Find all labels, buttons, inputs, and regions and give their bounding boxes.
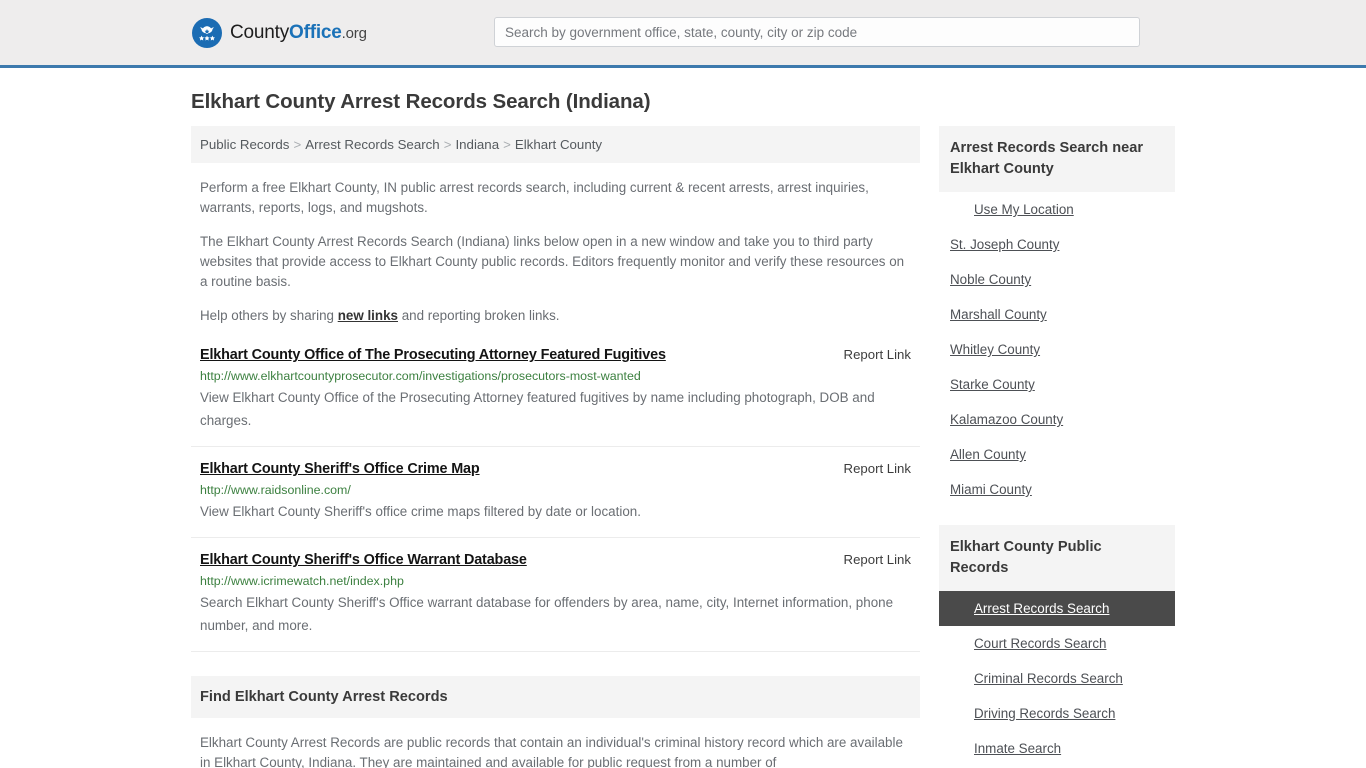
intro-paragraph-3: Help others by sharing new links and rep… <box>191 306 920 326</box>
breadcrumb-item-public-records[interactable]: Public Records <box>200 137 289 152</box>
list-item: Use My Location <box>939 192 1175 227</box>
brand-wordmark: CountyOffice.org <box>230 22 367 44</box>
report-link-button[interactable]: Report Link <box>844 552 911 567</box>
sidebar-item-use-my-location[interactable]: Use My Location <box>939 192 1175 227</box>
results-list: Elkhart County Office of The Prosecuting… <box>191 347 920 652</box>
result-description: Search Elkhart County Sheriff's Office w… <box>200 595 894 633</box>
intro-text-after-link: and reporting broken links. <box>397 308 560 323</box>
sidebar-item-driving-records-search[interactable]: Driving Records Search <box>939 696 1175 731</box>
page-container: Elkhart County Arrest Records Search (In… <box>0 90 1366 768</box>
search-input[interactable] <box>494 17 1140 47</box>
sidebar-item-allen-county[interactable]: Allen County <box>939 437 1175 472</box>
site-logo[interactable]: CountyOffice.org <box>191 17 367 49</box>
list-item: Criminal Records Search <box>939 661 1175 696</box>
sidebar-item-noble-county[interactable]: Noble County <box>939 262 1175 297</box>
nearby-counties-list: Use My Location St. Joseph County Noble … <box>939 192 1175 507</box>
result-header: Elkhart County Sheriff's Office Crime Ma… <box>200 461 911 477</box>
public-records-heading: Elkhart County Public Records <box>939 525 1175 591</box>
sidebar-item-criminal-records-search[interactable]: Criminal Records Search <box>939 661 1175 696</box>
result-title-link[interactable]: Elkhart County Sheriff's Office Crime Ma… <box>200 461 480 477</box>
result-description: View Elkhart County Office of the Prosec… <box>200 390 875 428</box>
result-title-link[interactable]: Elkhart County Office of The Prosecuting… <box>200 347 666 363</box>
breadcrumb-separator: > <box>443 137 452 152</box>
list-item: St. Joseph County <box>939 227 1175 262</box>
eagle-stars-circle-logo-icon <box>191 17 223 49</box>
brand-office-text: Office <box>289 21 342 43</box>
breadcrumb-separator: > <box>293 137 302 152</box>
brand-county-text: County <box>230 21 290 43</box>
result-item: Elkhart County Office of The Prosecuting… <box>191 347 920 447</box>
intro-text-before-link: Help others by sharing <box>200 308 338 323</box>
result-description: View Elkhart County Sheriff's office cri… <box>200 504 641 519</box>
sidebar-item-inmate-search[interactable]: Inmate Search <box>939 731 1175 766</box>
list-item: Allen County <box>939 437 1175 472</box>
breadcrumb: Public Records > Arrest Records Search > Ind… <box>191 126 920 163</box>
brand-org-text: .org <box>341 24 367 42</box>
list-item: Court Records Search <box>939 626 1175 661</box>
result-item: Elkhart County Sheriff's Office Warrant … <box>191 552 920 652</box>
report-link-button[interactable]: Report Link <box>844 347 911 362</box>
result-url-link[interactable]: http://www.icrimewatch.net/index.php <box>200 574 911 588</box>
breadcrumb-separator: > <box>503 137 511 152</box>
new-links-link[interactable]: new links <box>338 308 398 323</box>
list-item: Kalamazoo County <box>939 402 1175 437</box>
sidebar-item-kalamazoo-county[interactable]: Kalamazoo County <box>939 402 1175 437</box>
nearby-counties-box: Arrest Records Search near Elkhart Count… <box>939 126 1175 507</box>
page-title: Elkhart County Arrest Records Search (In… <box>191 90 651 113</box>
breadcrumb-item-indiana[interactable]: Indiana <box>455 137 499 152</box>
result-header: Elkhart County Sheriff's Office Warrant … <box>200 552 911 568</box>
nearby-counties-heading: Arrest Records Search near Elkhart Count… <box>939 126 1175 192</box>
sidebar-item-miami-county[interactable]: Miami County <box>939 472 1175 507</box>
result-header: Elkhart County Office of The Prosecuting… <box>200 347 911 363</box>
list-item: Starke County <box>939 367 1175 402</box>
find-records-body: Elkhart County Arrest Records are public… <box>200 735 903 768</box>
list-item: Miami County <box>939 472 1175 507</box>
list-item: Arrest Records Search <box>939 591 1175 626</box>
list-item: Marshall County <box>939 297 1175 332</box>
breadcrumb-item-elkhart-county: Elkhart County <box>514 137 603 152</box>
sidebar-item-court-records-search[interactable]: Court Records Search <box>939 626 1175 661</box>
main-column: Public Records > Arrest Records Search > Ind… <box>191 126 920 768</box>
list-item: Driving Records Search <box>939 696 1175 731</box>
find-records-heading: Find Elkhart County Arrest Records <box>191 676 920 718</box>
intro-paragraph-1: Perform a free Elkhart County, IN public… <box>200 180 869 215</box>
sidebar: Arrest Records Search near Elkhart Count… <box>939 126 1175 766</box>
list-item: Whitley County <box>939 332 1175 367</box>
content-columns: Public Records > Arrest Records Search > Ind… <box>191 126 1175 768</box>
result-url-link[interactable]: http://www.elkhartcountyprosecutor.com/i… <box>200 369 911 383</box>
list-item: Inmate Search <box>939 731 1175 766</box>
sidebar-item-starke-county[interactable]: Starke County <box>939 367 1175 402</box>
result-item: Elkhart County Sheriff's Office Crime Ma… <box>191 461 920 538</box>
sidebar-item-marshall-county[interactable]: Marshall County <box>939 297 1175 332</box>
list-item: Noble County <box>939 262 1175 297</box>
public-records-list: Arrest Records Search Court Records Sear… <box>939 591 1175 766</box>
result-url-link[interactable]: http://www.raidsonline.com/ <box>200 483 911 497</box>
sidebar-item-whitley-county[interactable]: Whitley County <box>939 332 1175 367</box>
public-records-box: Elkhart County Public Records Arrest Rec… <box>939 525 1175 766</box>
result-title-link[interactable]: Elkhart County Sheriff's Office Warrant … <box>200 552 527 568</box>
report-link-button[interactable]: Report Link <box>844 461 911 476</box>
sidebar-item-arrest-records-search[interactable]: Arrest Records Search <box>939 591 1175 626</box>
sidebar-item-st-joseph-county[interactable]: St. Joseph County <box>939 227 1175 262</box>
breadcrumb-item-arrest-records-search[interactable]: Arrest Records Search <box>305 137 440 152</box>
site-header: CountyOffice.org <box>0 0 1366 68</box>
search-container <box>494 17 1140 47</box>
intro-paragraph-2: The Elkhart County Arrest Records Search… <box>200 234 905 289</box>
